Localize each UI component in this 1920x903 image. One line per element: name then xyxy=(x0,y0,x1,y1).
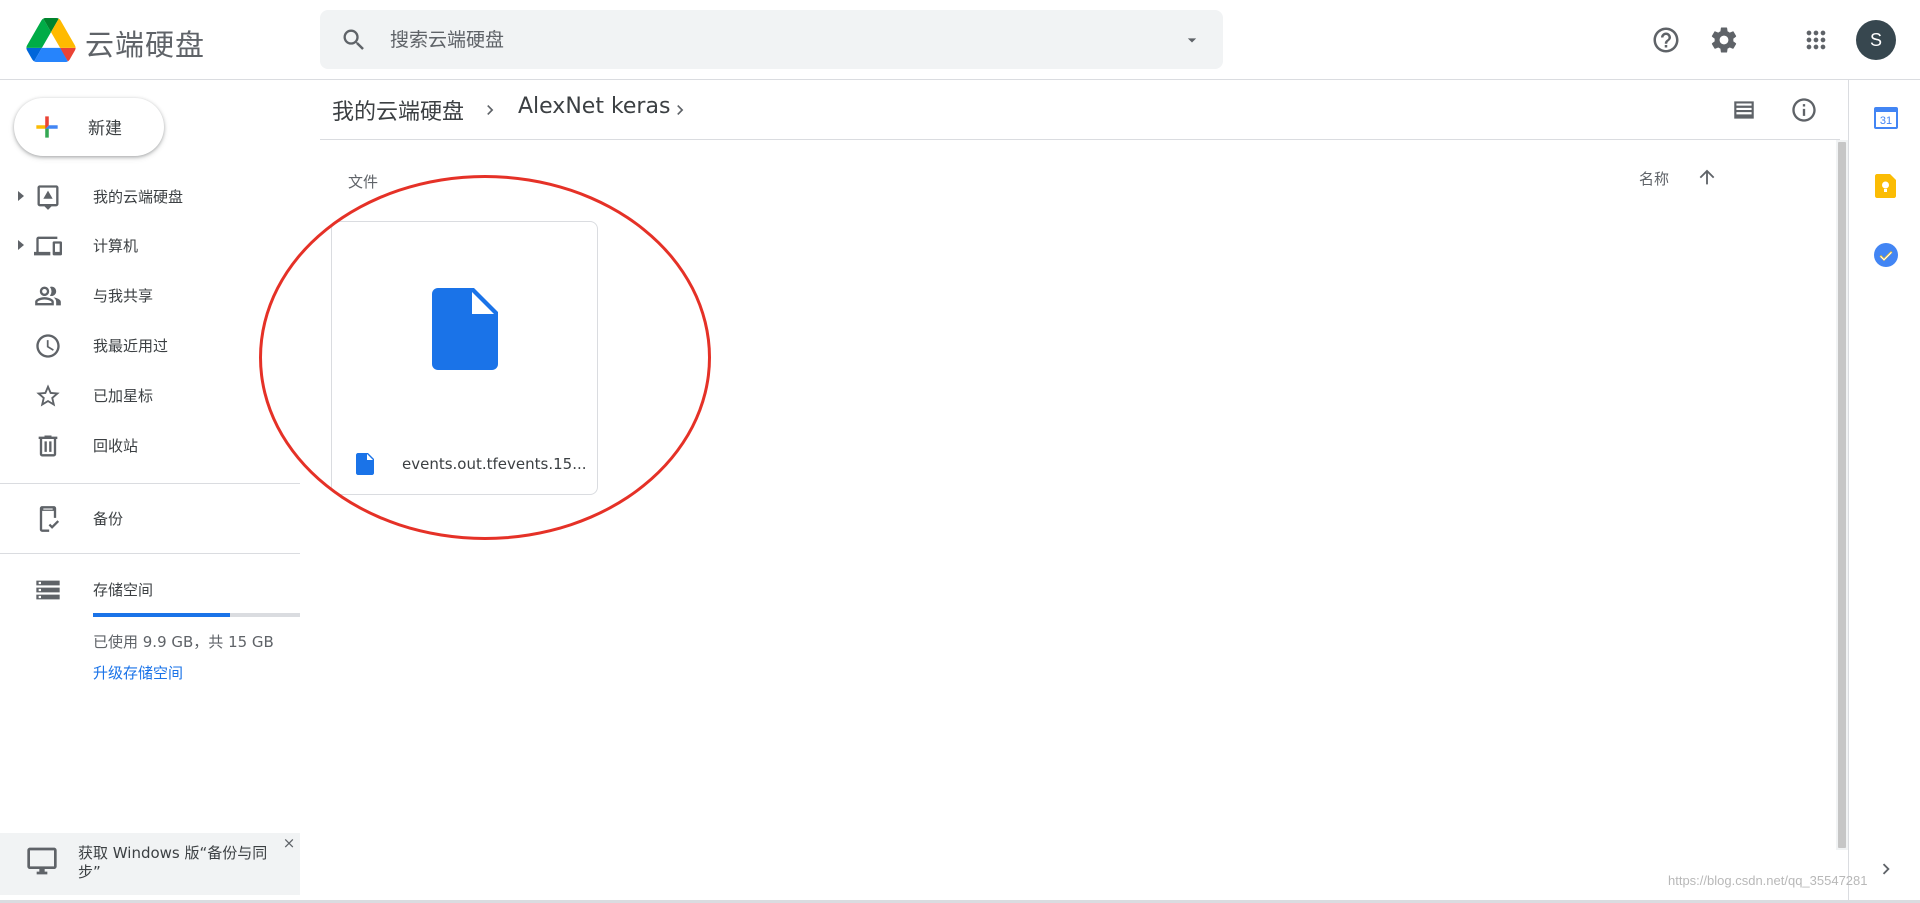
sidebar-item-my-drive[interactable]: 我的云端硬盘 xyxy=(0,172,300,220)
apps-grid-icon xyxy=(1806,30,1826,50)
sidebar-item-recent[interactable]: 我最近用过 xyxy=(0,321,300,369)
promo-text: 获取 Windows 版“备份与同步” xyxy=(78,844,268,881)
chevron-right-icon xyxy=(487,105,494,115)
calendar-icon[interactable]: 31 xyxy=(1873,104,1899,130)
arrow-up-icon[interactable] xyxy=(1696,166,1718,188)
info-icon xyxy=(1792,98,1816,122)
search-input[interactable] xyxy=(390,20,1150,59)
backup-sync-promo[interactable]: 获取 Windows 版“备份与同步” × xyxy=(0,833,300,895)
scrollbar-thumb[interactable] xyxy=(1838,142,1846,848)
storage-used-text: 已使用 9.9 GB，共 15 GB xyxy=(93,633,274,651)
sidebar-item-label: 存储空间 xyxy=(93,581,154,599)
new-button[interactable]: 新建 xyxy=(14,98,164,156)
new-button-label: 新建 xyxy=(88,119,122,139)
file-name: events.out.tfevents.15... xyxy=(402,455,587,473)
breadcrumb-item-current-folder[interactable]: AlexNet keras xyxy=(518,94,670,119)
list-view-icon xyxy=(1734,101,1754,119)
sidebar-item-label: 备份 xyxy=(93,510,124,528)
sidebar-item-label: 我最近用过 xyxy=(93,337,169,355)
expand-caret-icon[interactable] xyxy=(16,239,26,251)
desktop-monitor-icon xyxy=(27,847,57,875)
app-title[interactable]: 云端硬盘 xyxy=(85,22,205,64)
file-card[interactable]: events.out.tfevents.15... xyxy=(331,221,598,495)
close-icon[interactable]: × xyxy=(282,836,296,851)
clock-icon xyxy=(36,334,60,358)
help-icon xyxy=(1653,27,1679,53)
account-avatar[interactable]: S xyxy=(1856,20,1896,60)
sidebar-item-trash[interactable]: 回收站 xyxy=(0,421,300,469)
list-view-button[interactable] xyxy=(1728,94,1760,126)
file-type-icon xyxy=(356,453,374,475)
upgrade-storage-link[interactable]: 升级存储空间 xyxy=(93,662,183,683)
trash-icon xyxy=(38,435,58,457)
breadcrumb: 我的云端硬盘 AlexNet keras xyxy=(320,80,1840,140)
sidebar-divider xyxy=(0,483,300,484)
breadcrumb-item-my-drive[interactable]: 我的云端硬盘 xyxy=(332,94,464,126)
sidebar-item-label: 已加星标 xyxy=(93,387,154,405)
sidebar-item-shared-with-me[interactable]: 与我共享 xyxy=(0,271,300,319)
help-button[interactable] xyxy=(1646,20,1686,60)
keep-icon[interactable] xyxy=(1873,173,1899,199)
sidebar-item-label: 与我共享 xyxy=(93,287,154,305)
watermark: https://blog.csdn.net/qq_35547281 xyxy=(1668,873,1868,888)
apps-button[interactable] xyxy=(1796,20,1836,60)
my-drive-icon xyxy=(37,185,59,210)
storage-progress-fill xyxy=(93,613,230,617)
backup-device-icon xyxy=(39,506,60,532)
shared-people-icon xyxy=(35,286,61,306)
sidebar-item-starred[interactable]: 已加星标 xyxy=(0,371,300,419)
drive-logo-icon[interactable] xyxy=(26,18,76,62)
top-bar: 云端硬盘 S xyxy=(0,0,1920,80)
storage-progress-bar xyxy=(93,613,300,617)
sidebar-item-backups[interactable]: 备份 xyxy=(0,494,300,542)
sidebar-item-label: 我的云端硬盘 xyxy=(93,188,184,206)
sidebar-item-computers[interactable]: 计算机 xyxy=(0,221,300,269)
colorful-plus-icon xyxy=(36,116,58,138)
sort-by-name[interactable]: 名称 xyxy=(1639,168,1669,189)
details-button[interactable] xyxy=(1788,94,1820,126)
settings-icon xyxy=(1711,27,1737,53)
storage-icon xyxy=(36,580,60,600)
search-options-dropdown-icon[interactable] xyxy=(1181,30,1203,50)
expand-caret-icon[interactable] xyxy=(16,190,26,202)
section-label-files: 文件 xyxy=(348,173,379,191)
chevron-right-icon[interactable] xyxy=(1875,858,1897,880)
search-bar[interactable] xyxy=(320,10,1223,69)
calendar-day-label: 31 xyxy=(1880,115,1892,127)
sidebar-item-label: 回收站 xyxy=(93,437,139,455)
search-icon[interactable] xyxy=(340,26,368,54)
settings-button[interactable] xyxy=(1704,20,1744,60)
sidebar-item-storage[interactable]: 存储空间 xyxy=(0,565,300,613)
generic-file-icon xyxy=(432,288,498,370)
star-icon xyxy=(36,384,60,407)
computers-icon xyxy=(34,236,62,256)
sidebar-item-label: 计算机 xyxy=(93,237,139,255)
chevron-right-icon[interactable] xyxy=(670,100,690,120)
side-panel: 31 xyxy=(1848,80,1920,903)
sidebar-divider xyxy=(0,553,300,554)
tasks-icon[interactable] xyxy=(1873,242,1899,268)
